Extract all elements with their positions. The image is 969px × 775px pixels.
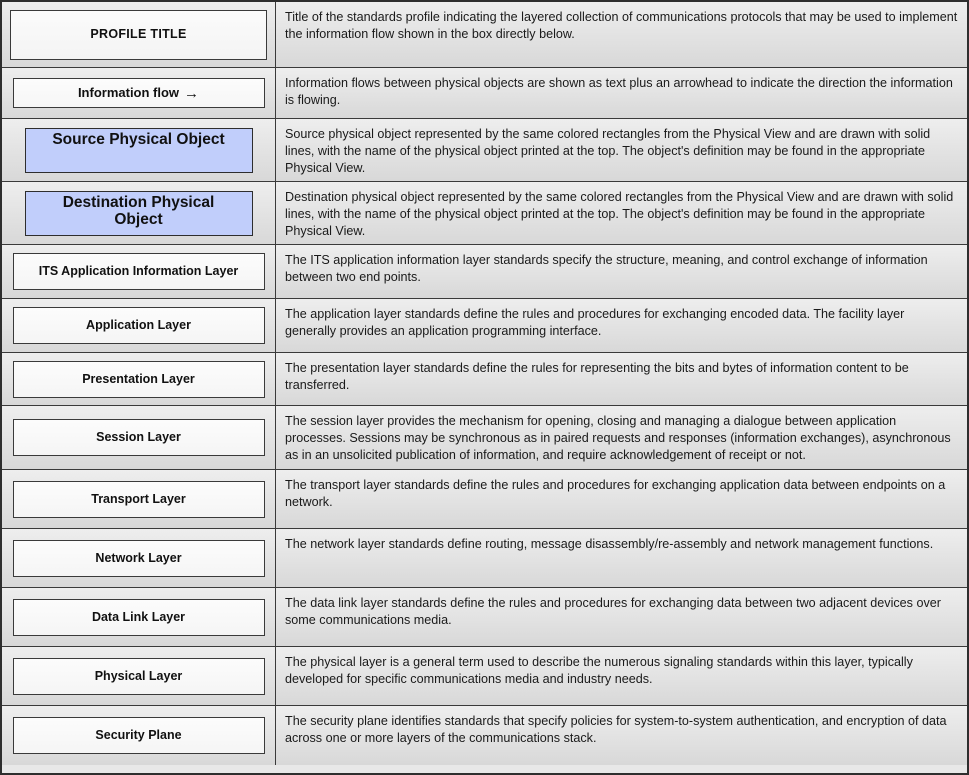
legend-row: Presentation Layer The presentation laye…: [2, 353, 967, 406]
symbol-cell: Information flow →: [2, 68, 276, 118]
destination-physical-object-box: Destination Physical Object: [24, 190, 253, 236]
symbol-cell: PROFILE TITLE: [2, 2, 276, 67]
transport-layer-box: Transport Layer: [12, 480, 265, 518]
legend-row: Security Plane The security plane identi…: [2, 706, 967, 765]
presentation-layer-box: Presentation Layer: [12, 360, 265, 398]
symbol-cell: Transport Layer: [2, 470, 276, 528]
legend-row: Application Layer The application layer …: [2, 299, 967, 353]
information-flow-box: Information flow →: [12, 78, 265, 108]
information-flow-label: Information flow: [77, 84, 180, 100]
description-security-plane: The security plane identifies standards …: [285, 714, 947, 745]
legend-row: Information flow → Information flows bet…: [2, 68, 967, 119]
legend-row: Physical Layer The physical layer is a g…: [2, 647, 967, 706]
description-destination-physical-object: Destination physical object represented …: [285, 190, 954, 238]
its-application-information-layer-label: ITS Application Information Layer: [38, 264, 239, 279]
description-application-layer: The application layer standards define t…: [285, 307, 905, 338]
security-plane-box: Security Plane: [12, 717, 265, 754]
description-data-link-layer: The data link layer standards define the…: [285, 596, 941, 627]
legend-row: Transport Layer The transport layer stan…: [2, 470, 967, 529]
description-physical-layer: The physical layer is a general term use…: [285, 655, 913, 686]
data-link-layer-box: Data Link Layer: [12, 598, 265, 636]
physical-layer-label: Physical Layer: [94, 668, 183, 683]
right-arrow-icon: →: [184, 84, 200, 102]
symbol-cell: Destination Physical Object: [2, 182, 276, 244]
session-layer-label: Session Layer: [96, 430, 181, 445]
its-application-information-layer-box: ITS Application Information Layer: [12, 253, 265, 290]
description-its-application-information-layer: The ITS application information layer st…: [285, 253, 928, 284]
symbol-cell: Data Link Layer: [2, 588, 276, 646]
network-layer-box: Network Layer: [12, 539, 265, 577]
profile-title-box: PROFILE TITLE: [10, 9, 267, 60]
symbol-cell: Source Physical Object: [2, 119, 276, 181]
symbol-cell: Application Layer: [2, 299, 276, 352]
description-session-layer: The session layer provides the mechanism…: [285, 414, 951, 462]
legend-row: Network Layer The network layer standard…: [2, 529, 967, 588]
legend-row: Session Layer The session layer provides…: [2, 406, 967, 470]
legend-row: Source Physical Object Source physical o…: [2, 119, 967, 182]
symbol-cell: ITS Application Information Layer: [2, 245, 276, 298]
data-link-layer-label: Data Link Layer: [91, 609, 186, 624]
legend-row: Data Link Layer The data link layer stan…: [2, 588, 967, 647]
symbol-cell: Security Plane: [2, 706, 276, 765]
description-transport-layer: The transport layer standards define the…: [285, 478, 946, 509]
description-network-layer: The network layer standards define routi…: [285, 537, 934, 551]
legend-row: PROFILE TITLE Title of the standards pro…: [2, 2, 967, 68]
session-layer-box: Session Layer: [12, 419, 265, 456]
application-layer-box: Application Layer: [12, 307, 265, 344]
source-physical-object-box: Source Physical Object: [24, 127, 253, 173]
symbol-cell: Physical Layer: [2, 647, 276, 705]
profile-title-label: PROFILE TITLE: [90, 27, 187, 42]
source-physical-object-label: Source Physical Object: [52, 130, 225, 148]
application-layer-label: Application Layer: [86, 318, 191, 333]
description-profile-title: Title of the standards profile indicatin…: [285, 10, 958, 41]
description-presentation-layer: The presentation layer standards define …: [285, 361, 909, 392]
presentation-layer-label: Presentation Layer: [82, 371, 195, 386]
legend-row: ITS Application Information Layer The IT…: [2, 245, 967, 299]
transport-layer-label: Transport Layer: [91, 491, 186, 506]
network-layer-label: Network Layer: [95, 550, 182, 565]
description-source-physical-object: Source physical object represented by th…: [285, 127, 931, 175]
symbol-cell: Session Layer: [2, 406, 276, 469]
security-plane-label: Security Plane: [95, 728, 182, 743]
legend-row: Destination Physical Object Destination …: [2, 182, 967, 245]
standards-profile-legend-table: PROFILE TITLE Title of the standards pro…: [0, 0, 969, 775]
symbol-cell: Network Layer: [2, 529, 276, 587]
physical-layer-box: Physical Layer: [12, 657, 265, 695]
description-information-flow: Information flows between physical objec…: [285, 76, 953, 107]
destination-physical-object-label: Destination Physical Object: [62, 193, 215, 229]
symbol-cell: Presentation Layer: [2, 353, 276, 405]
